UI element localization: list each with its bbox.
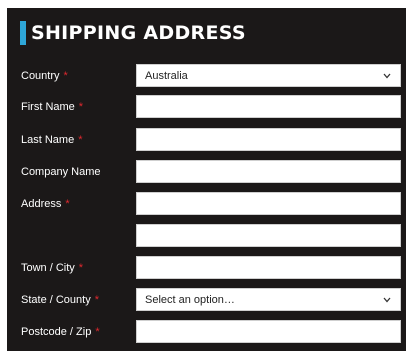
town-city-input[interactable] (136, 256, 401, 279)
state-county-row: State / County * Select an option… (7, 288, 406, 312)
required-marker: * (78, 101, 84, 113)
required-marker: * (78, 262, 84, 274)
heading-accent-bar (20, 21, 26, 45)
state-county-select[interactable]: Select an option… (136, 288, 401, 311)
postcode-zip-input[interactable] (136, 320, 401, 343)
required-marker: * (94, 294, 99, 306)
country-select-value: Australia (145, 69, 188, 82)
company-name-input[interactable] (136, 160, 401, 183)
company-name-label: Company Name (21, 160, 100, 184)
country-select[interactable]: Australia (136, 64, 401, 87)
last-name-label: Last Name * (21, 128, 82, 152)
required-marker: * (65, 198, 70, 210)
first-name-input[interactable] (136, 95, 401, 118)
required-marker: * (78, 134, 83, 146)
section-title: SHIPPING ADDRESS (31, 22, 246, 44)
chevron-down-icon (382, 295, 392, 305)
first-name-label: First Name * (21, 95, 83, 119)
address-label: Address * (21, 192, 70, 216)
required-marker: * (63, 70, 68, 82)
address-line-2-row (7, 224, 406, 248)
state-county-select-value: Select an option… (145, 293, 235, 306)
shipping-address-panel: SHIPPING ADDRESS Country * Australia Firs… (7, 8, 406, 351)
postcode-zip-label: Postcode / Zip * (21, 320, 100, 344)
last-name-row: Last Name * (7, 128, 406, 152)
address-line-2-input[interactable] (136, 224, 401, 247)
town-city-label: Town / City * (21, 256, 83, 280)
town-city-label-text: Town / City (21, 262, 75, 274)
address-line-1-input[interactable] (136, 192, 401, 215)
company-name-row: Company Name (7, 160, 406, 184)
country-label-text: Country (21, 70, 60, 82)
address-row: Address * (7, 192, 406, 216)
town-city-row: Town / City * (7, 256, 406, 280)
last-name-input[interactable] (136, 128, 401, 151)
postcode-zip-label-text: Postcode / Zip (21, 326, 92, 338)
state-county-label-text: State / County (21, 294, 91, 306)
state-county-label: State / County * (21, 288, 99, 312)
postcode-zip-row: Postcode / Zip * (7, 320, 406, 344)
last-name-label-text: Last Name (21, 134, 75, 146)
first-name-label-text: First Name (21, 101, 75, 113)
chevron-down-icon (382, 71, 392, 81)
address-label-text: Address (21, 198, 62, 210)
required-marker: * (95, 326, 100, 338)
country-row: Country * Australia (7, 64, 406, 88)
first-name-row: First Name * (7, 95, 406, 119)
country-label: Country * (21, 64, 68, 88)
company-name-label-text: Company Name (21, 166, 101, 178)
